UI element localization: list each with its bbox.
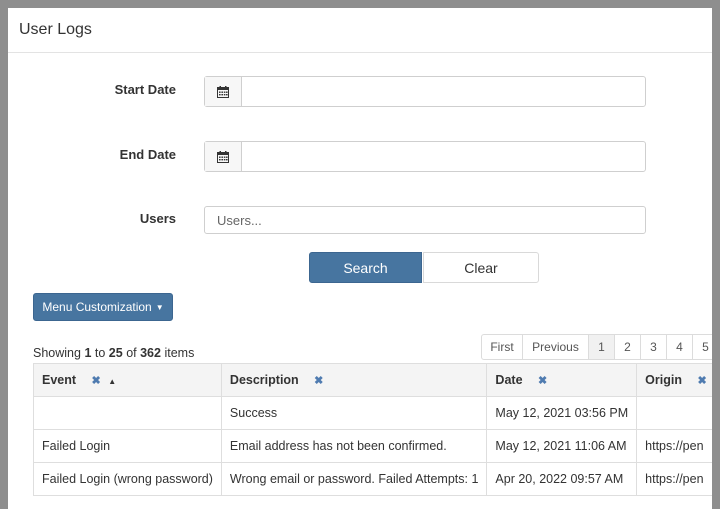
results-summary: Showing 1 to 25 of 362 items xyxy=(33,346,194,360)
start-date-input[interactable] xyxy=(242,77,645,106)
cell-origin: https://pen xyxy=(636,429,712,463)
sort-asc-icon[interactable]: ▲ xyxy=(108,377,116,386)
table-header-row: Event ✖ ▲ Description ✖ Date ✖ Origin ✖ xyxy=(33,363,712,397)
end-date-label: End Date xyxy=(119,147,176,162)
table-row[interactable]: Success May 12, 2021 03:56 PM xyxy=(33,396,712,430)
page-3-button[interactable]: 3 xyxy=(640,334,667,360)
summary-to-word: to xyxy=(94,346,106,360)
user-logs-table: Event ✖ ▲ Description ✖ Date ✖ Origin ✖ xyxy=(33,363,712,496)
remove-column-icon[interactable]: ✖ xyxy=(314,375,323,387)
cell-description: Email address has not been confirmed. xyxy=(220,429,488,463)
menu-customization-button[interactable]: Menu Customization ▼ xyxy=(33,293,173,321)
table-row[interactable]: Failed Login Email address has not been … xyxy=(33,429,712,463)
column-label-origin: Origin xyxy=(645,373,682,387)
menu-customization-label: Menu Customization xyxy=(42,300,152,314)
cell-origin xyxy=(636,396,712,430)
cell-event xyxy=(33,396,222,430)
page-5-button[interactable]: 5 xyxy=(692,334,712,360)
end-date-input[interactable] xyxy=(242,142,645,171)
caret-down-icon: ▼ xyxy=(155,302,164,312)
cell-date: May 12, 2021 03:56 PM xyxy=(486,396,638,430)
calendar-icon[interactable] xyxy=(205,77,242,106)
page-first-button[interactable]: First xyxy=(481,334,523,360)
user-logs-panel: User Logs Start Date End Date Users Sear… xyxy=(8,8,712,509)
cell-description: Success xyxy=(220,396,488,430)
summary-to: 25 xyxy=(108,346,123,360)
end-date-field[interactable] xyxy=(204,141,646,172)
cell-date: May 12, 2021 11:06 AM xyxy=(486,429,638,463)
start-date-field[interactable] xyxy=(204,76,646,107)
summary-suffix: items xyxy=(164,346,195,360)
remove-column-icon[interactable]: ✖ xyxy=(538,375,547,387)
column-header-description[interactable]: Description ✖ xyxy=(220,363,488,397)
page-title: User Logs xyxy=(19,21,92,38)
column-header-date[interactable]: Date ✖ xyxy=(486,363,638,397)
cell-event: Failed Login xyxy=(33,429,222,463)
remove-column-icon[interactable]: ✖ xyxy=(92,375,101,387)
column-label-date: Date xyxy=(495,373,523,387)
column-header-origin[interactable]: Origin ✖ xyxy=(636,363,712,397)
pagination: First Previous 1 2 3 4 5 xyxy=(481,334,712,360)
summary-prefix: Showing xyxy=(33,346,81,360)
page-4-button[interactable]: 4 xyxy=(666,334,693,360)
summary-from: 1 xyxy=(84,346,92,360)
summary-total: 362 xyxy=(140,346,161,360)
search-button[interactable]: Search xyxy=(309,252,422,283)
panel-header: User Logs xyxy=(8,8,712,53)
page-previous-button[interactable]: Previous xyxy=(522,334,589,360)
clear-button[interactable]: Clear xyxy=(423,252,539,283)
cell-event: Failed Login (wrong password) xyxy=(33,462,222,496)
page-1-button[interactable]: 1 xyxy=(588,334,615,360)
table-row[interactable]: Failed Login (wrong password) Wrong emai… xyxy=(33,462,712,496)
remove-column-icon[interactable]: ✖ xyxy=(697,375,706,387)
cell-description: Wrong email or password. Failed Attempts… xyxy=(220,462,488,496)
page-2-button[interactable]: 2 xyxy=(614,334,641,360)
column-header-event[interactable]: Event ✖ ▲ xyxy=(33,363,222,397)
summary-of-word: of xyxy=(126,346,137,360)
users-label: Users xyxy=(139,211,176,226)
column-label-description: Description xyxy=(229,373,299,387)
users-input[interactable] xyxy=(204,206,646,234)
cell-date: Apr 20, 2022 09:57 AM xyxy=(486,462,638,496)
column-label-event: Event xyxy=(42,373,77,387)
calendar-icon[interactable] xyxy=(205,142,242,171)
cell-origin: https://pen xyxy=(636,462,712,496)
start-date-label: Start Date xyxy=(114,82,176,97)
